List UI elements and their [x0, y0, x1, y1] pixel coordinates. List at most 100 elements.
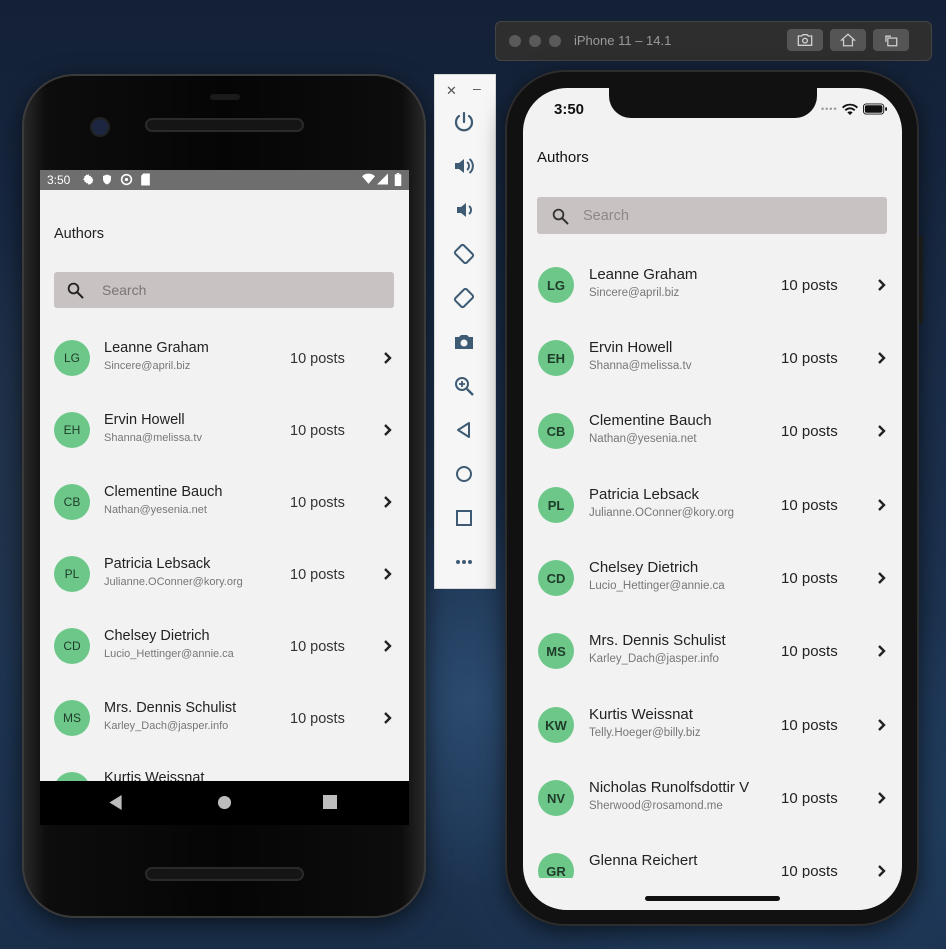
chevron-right-icon [876, 498, 888, 512]
window-title: iPhone 11 – 14.1 [574, 33, 672, 48]
android-status-time: 3:50 [47, 173, 71, 187]
home-indicator[interactable] [645, 896, 780, 901]
volume-up-icon[interactable] [452, 154, 476, 178]
home-icon[interactable] [217, 795, 232, 815]
author-list-item[interactable]: EH Ervin Howell Shanna@melissa.tv 10 pos… [40, 392, 409, 464]
author-list-item[interactable]: CB Clementine Bauch Nathan@yesenia.net 1… [40, 464, 409, 536]
author-avatar: KW [538, 707, 574, 743]
author-post-count: 10 posts [781, 863, 838, 878]
chevron-right-icon [382, 711, 394, 725]
author-post-count: 10 posts [290, 567, 345, 583]
sd-card-icon [140, 173, 151, 189]
author-email: Shanna@melissa.tv [104, 432, 202, 444]
author-avatar: MS [538, 633, 574, 669]
author-list-item[interactable]: PL Patricia Lebsack Julianne.OConner@kor… [523, 468, 902, 541]
author-avatar: CD [54, 628, 90, 664]
author-list-item[interactable]: CD Chelsey Dietrich Lucio_Hettinger@anni… [40, 608, 409, 680]
ios-search-input[interactable]: Search [583, 208, 629, 224]
chevron-right-icon [382, 567, 394, 581]
chevron-right-icon [876, 644, 888, 658]
chevron-right-icon [382, 351, 394, 365]
chevron-right-icon [876, 718, 888, 732]
chevron-right-icon [382, 639, 394, 653]
ios-app-title: Authors [537, 149, 589, 166]
author-avatar: CB [54, 484, 90, 520]
battery-icon [394, 173, 402, 189]
author-post-count: 10 posts [290, 639, 345, 655]
author-post-count: 10 posts [781, 643, 838, 660]
home-icon[interactable] [452, 462, 476, 486]
front-camera [92, 119, 108, 135]
ios-search-bar[interactable]: Search [537, 197, 887, 234]
author-avatar [54, 772, 90, 781]
author-name: Chelsey Dietrich [104, 628, 210, 644]
ios-screen: 3:50 •••• Authors Search LG Leanne Graha… [523, 88, 902, 910]
author-avatar: CB [538, 413, 574, 449]
author-list-item[interactable]: EH Ervin Howell Shanna@melissa.tv 10 pos… [523, 321, 902, 394]
android-navigation-bar [40, 781, 409, 825]
volume-down-icon[interactable] [452, 198, 476, 222]
rotate-right-icon[interactable] [452, 286, 476, 310]
author-list-item[interactable]: CB Clementine Bauch Nathan@yesenia.net 1… [523, 394, 902, 467]
author-post-count: 10 posts [781, 570, 838, 587]
author-email: Sincere@april.biz [589, 287, 680, 299]
author-post-count: 10 posts [781, 717, 838, 734]
author-avatar: PL [538, 487, 574, 523]
author-list-item[interactable]: PL Patricia Lebsack Julianne.OConner@kor… [40, 536, 409, 608]
chevron-right-icon [876, 571, 888, 585]
back-icon[interactable] [452, 418, 476, 442]
android-app-title: Authors [54, 226, 104, 242]
author-name: Mrs. Dennis Schulist [589, 632, 726, 649]
android-status-bar: 3:50 [40, 170, 409, 190]
author-avatar: MS [54, 700, 90, 736]
author-name: Nicholas Runolfsdottir V [589, 779, 750, 796]
author-email: Nathan@yesenia.net [104, 504, 207, 516]
author-list-item[interactable]: MS Mrs. Dennis Schulist Karley_Dach@jasp… [40, 680, 409, 752]
author-list-item[interactable]: NV Nicholas Runolfsdottir V Sherwood@ros… [523, 761, 902, 834]
author-email: Sherwood@rosamond.me [589, 800, 723, 812]
home-button[interactable] [830, 29, 866, 51]
author-list-item[interactable]: GR Glenna Reichert 10 posts [523, 834, 902, 878]
author-email: Lucio_Hettinger@annie.ca [104, 648, 234, 660]
android-search-input[interactable]: Search [102, 282, 146, 298]
back-icon[interactable] [109, 795, 123, 815]
screenshot-button[interactable] [787, 29, 823, 51]
window-minimize-button[interactable] [529, 35, 541, 47]
author-list-item[interactable]: LG Leanne Graham Sincere@april.biz 10 po… [523, 248, 902, 321]
author-post-count: 10 posts [781, 497, 838, 514]
android-search-bar[interactable]: Search [54, 272, 394, 308]
overview-icon[interactable] [452, 506, 476, 530]
overview-icon[interactable] [323, 795, 337, 814]
author-list-item[interactable]: CD Chelsey Dietrich Lucio_Hettinger@anni… [523, 541, 902, 614]
camera-icon[interactable] [452, 330, 476, 354]
shield-icon [101, 173, 113, 189]
author-list-item[interactable]: LG Leanne Graham Sincere@april.biz 10 po… [40, 320, 409, 392]
side-button [919, 236, 923, 324]
minimize-icon[interactable]: – [473, 80, 481, 96]
author-list-item[interactable]: Kurtis Weissnat [40, 752, 409, 781]
rotate-button[interactable] [873, 29, 909, 51]
author-post-count: 10 posts [781, 277, 838, 294]
cell-signal-icon [377, 173, 388, 188]
author-avatar: CD [538, 560, 574, 596]
chevron-right-icon [876, 864, 888, 878]
window-zoom-button[interactable] [549, 35, 561, 47]
author-post-count: 10 posts [781, 423, 838, 440]
window-close-button[interactable] [509, 35, 521, 47]
close-icon[interactable]: ✕ [446, 83, 457, 99]
sync-icon [120, 173, 133, 189]
zoom-icon[interactable] [452, 374, 476, 398]
author-email: Karley_Dach@jasper.info [104, 720, 229, 732]
author-list-item[interactable]: MS Mrs. Dennis Schulist Karley_Dach@jasp… [523, 614, 902, 687]
author-name: Ervin Howell [589, 339, 673, 356]
author-name: Ervin Howell [104, 412, 185, 428]
power-icon[interactable] [452, 110, 476, 134]
rotate-left-icon[interactable] [452, 242, 476, 266]
author-list-item[interactable]: KW Kurtis Weissnat Telly.Hoeger@billy.bi… [523, 688, 902, 761]
author-name: Kurtis Weissnat [104, 770, 205, 781]
author-avatar: LG [54, 340, 90, 376]
more-icon[interactable] [452, 550, 476, 574]
author-name: Patricia Lebsack [589, 486, 700, 503]
author-name: Clementine Bauch [104, 484, 223, 500]
author-email: Nathan@yesenia.net [589, 433, 697, 445]
